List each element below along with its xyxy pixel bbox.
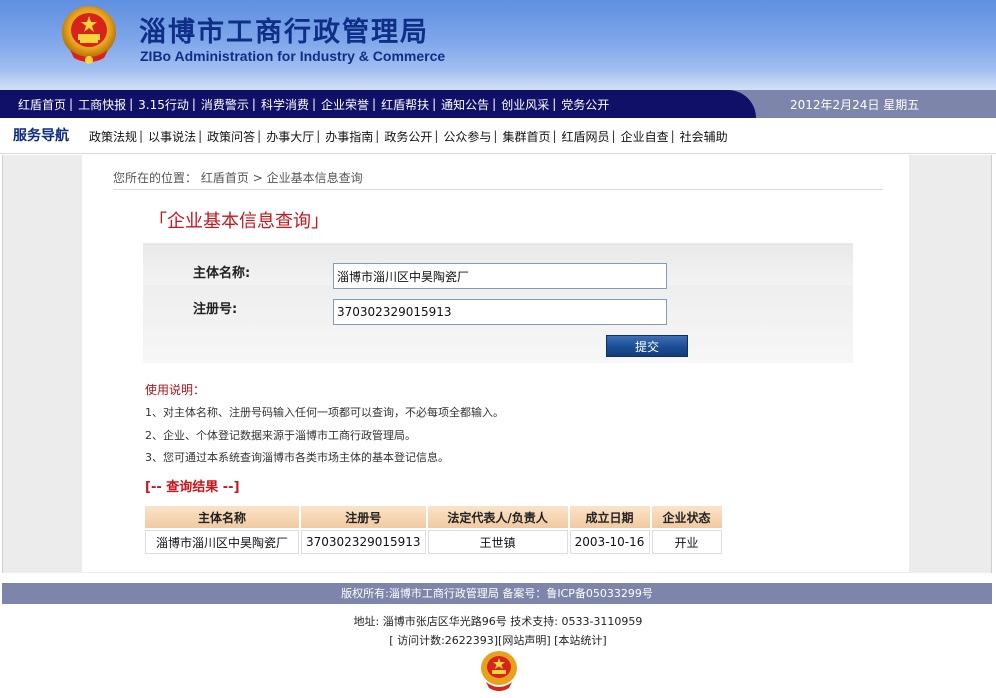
- top-nav-item-1[interactable]: 工商快报: [78, 96, 126, 113]
- footer-links[interactable]: [ 访问计数:2622393][网站声明] [本站统计]: [0, 632, 996, 648]
- usage-title: 使用说明：: [145, 383, 206, 397]
- top-nav-item-9[interactable]: 党务公开: [561, 96, 609, 113]
- breadcrumb-home-link[interactable]: 红盾首页: [201, 171, 249, 185]
- service-nav-item-1[interactable]: 以事说法: [148, 128, 196, 145]
- breadcrumb-arrow: >: [252, 171, 263, 185]
- service-nav-item-5[interactable]: 政务公开: [384, 128, 432, 145]
- table-cell-status: 开业: [651, 530, 722, 554]
- service-nav-title: 服务导航: [13, 128, 69, 144]
- top-nav-item-6[interactable]: 红盾帮扶: [381, 96, 429, 113]
- column-header: 法定代表人/负责人: [427, 506, 568, 528]
- usage-line: 3、您可通过本系统查询淄博市各类市场主体的基本登记信息。: [145, 451, 449, 464]
- nav-separator: |: [191, 97, 196, 111]
- top-navigation: 红盾首页 | 工商快报 | 3.15行动 | 消费警示 | 科学消费 | 企业荣誉 | 红盾帮扶 | 通知公…: [0, 90, 996, 118]
- breadcrumb-prefix: 您所在的位置：: [113, 171, 198, 185]
- service-nav-item-10[interactable]: 社会辅助: [680, 128, 728, 145]
- nav-separator: |: [611, 129, 616, 143]
- service-nav-item-6[interactable]: 公众参与: [443, 128, 491, 145]
- column-header: 注册号: [301, 506, 426, 528]
- nav-separator: |: [372, 97, 377, 111]
- nav-separator: |: [257, 129, 262, 143]
- page-title: 「企业基本信息查询」: [149, 211, 329, 232]
- table-cell-legal-representative: 王世镇: [427, 530, 568, 554]
- site-title-cn: 淄博市工商行政管理局: [139, 17, 429, 48]
- site-title-en: ZIBo Administration for Industry & Comme…: [140, 48, 446, 64]
- nav-separator: |: [552, 129, 557, 143]
- table-cell-established-date: 2003-10-16: [569, 530, 650, 554]
- service-nav-links: 政策法规 | 以事说法 | 政策问答 | 办事大厅 | 办事指南 | 政务公开 | 公众参与 | 集群首页 |…: [89, 118, 728, 154]
- breadcrumb-current: 企业基本信息查询: [266, 171, 363, 185]
- service-nav-item-3[interactable]: 办事大厅: [266, 128, 314, 145]
- footer-address: 地址: 淄博市张店区华光路96号 技术支持: 0533-3110959: [353, 615, 643, 628]
- breadcrumb: 您所在的位置： 红盾首页 > 企业基本信息查询: [113, 169, 363, 186]
- results-table: 主体名称 注册号 法定代表人/负责人 成立日期 企业状态 淄博市淄川区中昊陶瓷厂…: [143, 504, 724, 556]
- service-nav-item-4[interactable]: 办事指南: [325, 128, 373, 145]
- column-header: 企业状态: [651, 506, 722, 528]
- table-cell-registration-number: 370302329015913: [301, 530, 426, 554]
- table-row[interactable]: 淄博市淄川区中昊陶瓷厂 370302329015913 王世镇 2003-10-…: [145, 530, 722, 554]
- registration-number-label: 注册号:: [193, 302, 238, 317]
- nav-separator: |: [670, 129, 675, 143]
- breadcrumb-divider: [113, 189, 883, 190]
- top-nav-item-2[interactable]: 3.15行动: [138, 96, 189, 113]
- service-nav-item-2[interactable]: 政策问答: [207, 128, 255, 145]
- nav-separator: |: [198, 129, 203, 143]
- current-date: 2012年2月24日 星期五: [790, 98, 920, 112]
- footer-emblem-icon: [481, 651, 517, 691]
- nav-separator: |: [375, 129, 380, 143]
- top-nav-item-0[interactable]: 红盾首页: [18, 96, 66, 113]
- service-nav-item-7[interactable]: 集群首页: [502, 128, 550, 145]
- site-header: 淄博市工商行政管理局 ZIBo Administration for Indus…: [0, 0, 996, 90]
- results-title: [-- 查询结果 --]: [145, 480, 240, 495]
- top-nav-links: 红盾首页 | 工商快报 | 3.15行动 | 消费警示 | 科学消费 | 企业荣誉 | 红盾帮扶 | 通知公…: [18, 90, 609, 118]
- top-nav-item-3[interactable]: 消费警示: [201, 96, 249, 113]
- top-nav-item-7[interactable]: 通知公告: [441, 96, 489, 113]
- nav-separator: |: [432, 97, 437, 111]
- service-nav-item-8[interactable]: 红盾网员: [562, 128, 610, 145]
- usage-line: 2、企业、个体登记数据来源于淄博市工商行政管理局。: [145, 429, 416, 442]
- submit-button[interactable]: 提交: [606, 335, 688, 357]
- usage-line: 1、对主体名称、注册号码输入任何一项都可以查询，不必每项全都输入。: [145, 406, 504, 419]
- nav-separator: |: [434, 129, 439, 143]
- nav-separator: |: [139, 129, 144, 143]
- nav-separator: |: [493, 129, 498, 143]
- service-nav-item-0[interactable]: 政策法规: [89, 128, 137, 145]
- column-header: 成立日期: [569, 506, 650, 528]
- top-nav-item-8[interactable]: 创业风采: [501, 96, 549, 113]
- column-header: 主体名称: [145, 506, 299, 528]
- national-emblem-icon: [62, 6, 116, 64]
- top-nav-item-4[interactable]: 科学消费: [261, 96, 309, 113]
- nav-separator: |: [311, 97, 317, 111]
- nav-separator: |: [69, 97, 74, 111]
- nav-separator: |: [129, 97, 134, 111]
- entity-name-input[interactable]: [333, 263, 667, 289]
- nav-separator: |: [251, 97, 256, 111]
- footer-copyright-bar: 版权所有:淄博市工商行政管理局 备案号：鲁ICP备05033299号: [2, 583, 992, 604]
- service-nav-item-9[interactable]: 企业自查: [621, 128, 669, 145]
- nav-separator: |: [492, 97, 497, 111]
- table-cell-entity-name: 淄博市淄川区中昊陶瓷厂: [145, 530, 299, 554]
- top-nav-item-5[interactable]: 企业荣誉: [321, 96, 369, 113]
- registration-number-input[interactable]: [333, 299, 667, 325]
- nav-separator: |: [552, 97, 557, 111]
- results-header-row: 主体名称 注册号 法定代表人/负责人 成立日期 企业状态: [145, 506, 722, 528]
- service-navigation: 服务导航 政策法规 | 以事说法 | 政策问答 | 办事大厅 | 办事指南 | 政务公开 | 公众参与 |…: [0, 118, 996, 154]
- nav-separator: |: [316, 129, 321, 143]
- entity-name-label: 主体名称:: [193, 266, 251, 281]
